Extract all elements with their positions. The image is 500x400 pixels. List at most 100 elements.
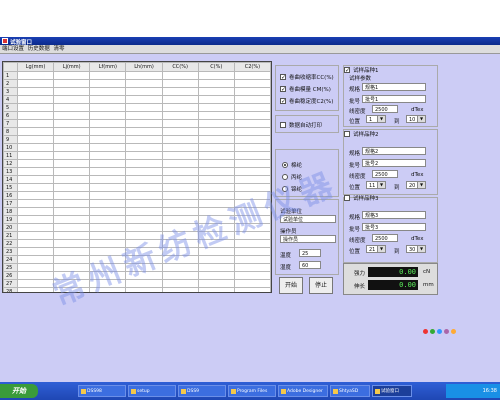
table-cell[interactable] — [125, 199, 163, 208]
table-cell[interactable] — [197, 183, 235, 192]
table-row[interactable]: 2 — [3, 79, 271, 88]
table-cell[interactable] — [233, 247, 271, 256]
table-cell[interactable] — [53, 287, 91, 292]
table-cell[interactable] — [161, 111, 199, 120]
radio-button[interactable] — [282, 162, 288, 168]
table-row[interactable]: 27 — [3, 279, 271, 288]
sample1-density-input[interactable]: 2500 — [372, 105, 398, 113]
table-cell[interactable] — [161, 175, 199, 184]
table-cell[interactable] — [89, 223, 127, 232]
table-cell[interactable] — [89, 231, 127, 240]
table-cell[interactable] — [53, 103, 91, 112]
unit-input[interactable]: 试验单位 — [280, 215, 336, 223]
table-cell[interactable] — [16, 87, 55, 96]
table-cell[interactable] — [197, 175, 235, 184]
table-cell[interactable] — [197, 151, 235, 160]
radio-pp[interactable]: 丙纶 — [282, 173, 302, 181]
table-cell[interactable] — [161, 263, 199, 272]
table-cell[interactable] — [89, 183, 127, 192]
table-cell[interactable] — [233, 287, 271, 292]
sample2-density-input[interactable]: 2500 — [372, 170, 398, 178]
table-cell[interactable] — [53, 247, 91, 256]
table-cell[interactable] — [233, 87, 271, 96]
table-cell[interactable] — [197, 87, 235, 96]
checkbox[interactable]: ✓ — [280, 74, 286, 81]
table-cell[interactable] — [125, 223, 163, 232]
table-cell[interactable] — [125, 207, 163, 216]
table-cell[interactable] — [53, 119, 91, 128]
sample2-spec-input[interactable]: 规格2 — [362, 147, 426, 155]
start-button[interactable]: 开始 — [279, 277, 303, 294]
table-row[interactable]: 24 — [3, 255, 271, 264]
table-cell[interactable] — [125, 103, 163, 112]
table-cell[interactable] — [16, 159, 55, 168]
table-cell[interactable] — [197, 103, 235, 112]
table-cell[interactable] — [197, 127, 235, 136]
table-cell[interactable] — [89, 247, 127, 256]
table-cell[interactable] — [233, 191, 271, 200]
table-cell[interactable] — [125, 79, 163, 88]
table-cell[interactable] — [197, 71, 235, 80]
table-cell[interactable] — [53, 279, 91, 288]
table-cell[interactable] — [16, 151, 55, 160]
table-cell[interactable] — [89, 159, 127, 168]
table-cell[interactable] — [89, 87, 127, 96]
radio-button[interactable] — [282, 174, 288, 180]
table-cell[interactable] — [233, 71, 271, 80]
table-cell[interactable] — [53, 255, 91, 264]
table-cell[interactable] — [233, 255, 271, 264]
table-cell[interactable] — [89, 175, 127, 184]
table-cell[interactable] — [233, 159, 271, 168]
table-row[interactable]: 15 — [3, 183, 271, 192]
checkbox[interactable]: ✓ — [344, 67, 350, 74]
table-row[interactable]: 12 — [3, 159, 271, 168]
menu-port-settings[interactable]: 端口设置 — [2, 45, 24, 53]
table-cell[interactable] — [161, 79, 199, 88]
table-cell[interactable] — [161, 239, 199, 248]
table-cell[interactable] — [16, 223, 55, 232]
table-cell[interactable] — [89, 271, 127, 280]
table-cell[interactable] — [89, 111, 127, 120]
table-cell[interactable] — [161, 159, 199, 168]
table-cell[interactable] — [233, 79, 271, 88]
table-cell[interactable] — [89, 143, 127, 152]
table-cell[interactable] — [125, 279, 163, 288]
table-cell[interactable] — [161, 207, 199, 216]
table-cell[interactable] — [16, 287, 55, 292]
table-cell[interactable] — [233, 135, 271, 144]
table-cell[interactable] — [89, 119, 127, 128]
table-row[interactable]: 18 — [3, 207, 271, 216]
table-row[interactable]: 7 — [3, 119, 271, 128]
sample1-check[interactable]: ✓ 试样品种1 — [344, 66, 379, 74]
table-cell[interactable] — [89, 199, 127, 208]
table-row[interactable]: 14 — [3, 175, 271, 184]
sample3-check[interactable]: 试样品种3 — [344, 194, 379, 202]
table-cell[interactable] — [89, 279, 127, 288]
table-cell[interactable] — [53, 143, 91, 152]
table-cell[interactable] — [53, 223, 91, 232]
table-cell[interactable] — [197, 247, 235, 256]
chevron-down-icon[interactable]: ▼ — [417, 116, 425, 122]
table-row[interactable]: 1 — [3, 71, 271, 80]
table-row[interactable]: 5 — [3, 103, 271, 112]
sample1-to-select[interactable]: 10 ▼ — [406, 115, 426, 123]
table-cell[interactable] — [16, 175, 55, 184]
table-cell[interactable] — [89, 135, 127, 144]
table-cell[interactable] — [53, 271, 91, 280]
table-cell[interactable] — [16, 71, 55, 80]
table-cell[interactable] — [233, 167, 271, 176]
table-cell[interactable] — [16, 79, 55, 88]
table-cell[interactable] — [53, 71, 91, 80]
table-cell[interactable] — [161, 119, 199, 128]
table-cell[interactable] — [125, 71, 163, 80]
table-cell[interactable] — [89, 103, 127, 112]
table-cell[interactable] — [233, 239, 271, 248]
table-cell[interactable] — [197, 223, 235, 232]
table-cell[interactable] — [16, 183, 55, 192]
table-cell[interactable] — [161, 231, 199, 240]
table-row[interactable]: 20 — [3, 223, 271, 232]
taskbar-item[interactable]: DSS98 — [78, 385, 126, 397]
checkbox[interactable] — [344, 131, 350, 137]
table-row[interactable]: 21 — [3, 231, 271, 240]
sample3-density-input[interactable]: 2500 — [372, 234, 398, 242]
